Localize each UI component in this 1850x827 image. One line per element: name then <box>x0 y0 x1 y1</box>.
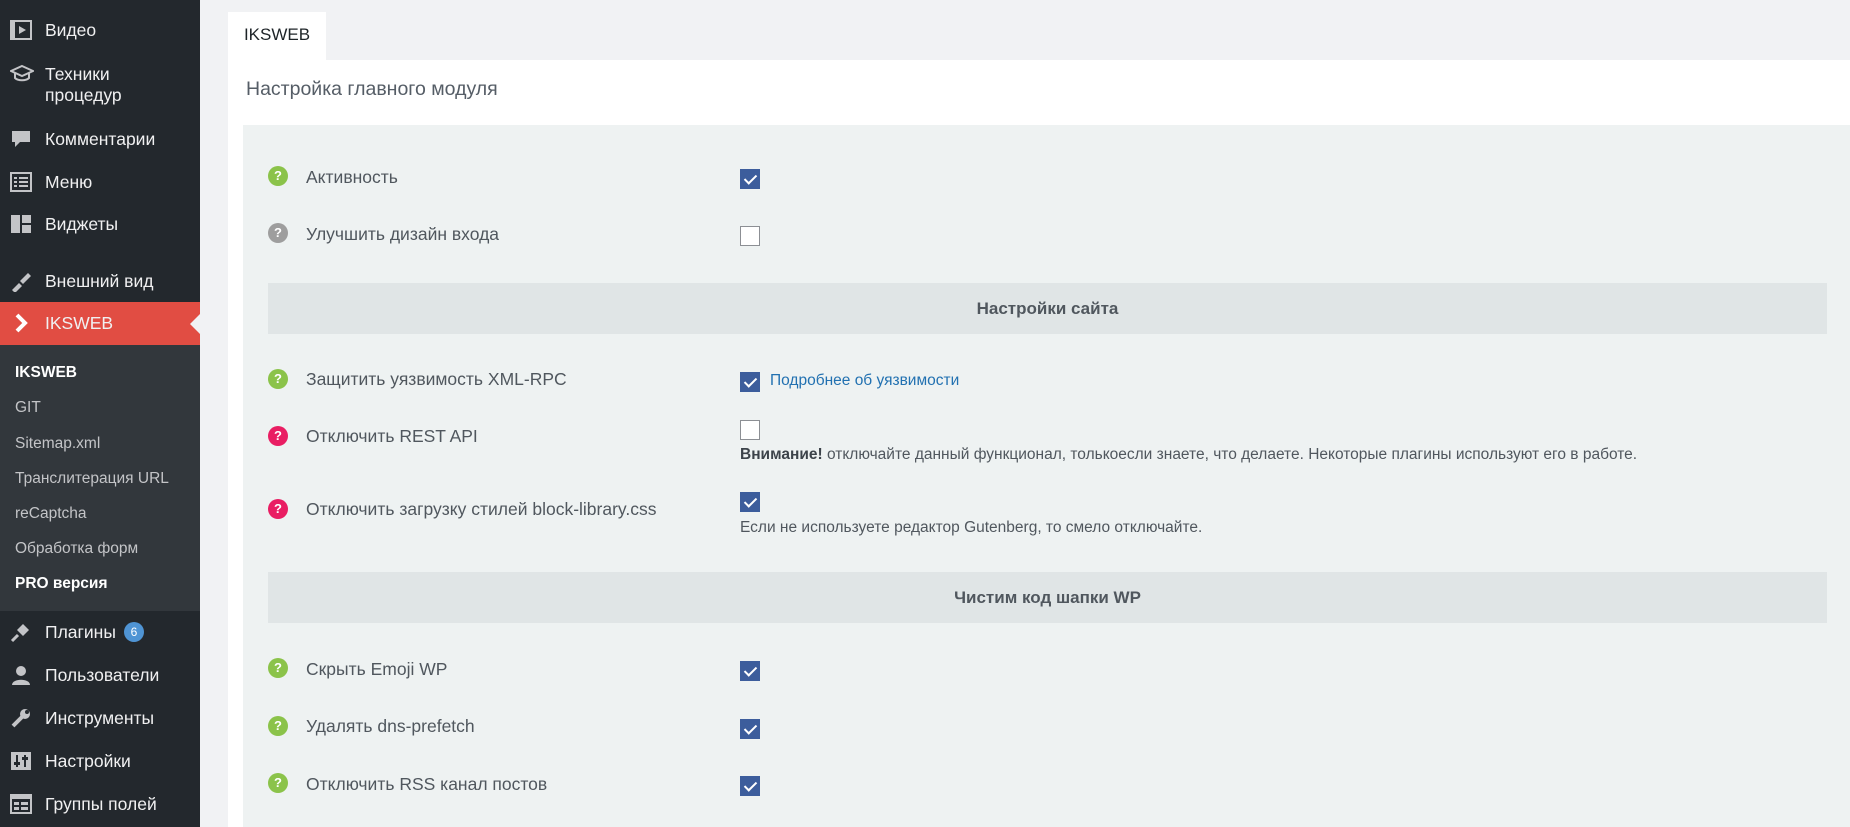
sidebar-item-comments[interactable]: Комментарии <box>0 127 200 153</box>
rss-label: Отключить RSS канал постов <box>306 774 548 794</box>
chevron-right-icon <box>10 312 32 334</box>
help-icon[interactable]: ? <box>268 166 288 186</box>
tools-icon <box>10 707 32 729</box>
xmlrpc-more-link[interactable]: Подробнее об уязвимости <box>770 371 959 391</box>
rest-api-warning: Внимание! отключайте данный функционал, … <box>740 446 1638 463</box>
menu-list-icon <box>10 171 32 193</box>
plugins-count-badge: 6 <box>123 622 144 642</box>
rss-checkbox[interactable] <box>740 776 760 796</box>
submenu-item-git[interactable]: GIT <box>15 398 41 418</box>
sidebar-item-video[interactable]: Видео <box>0 18 200 44</box>
settings-icon <box>10 750 32 772</box>
help-icon[interactable]: ? <box>268 223 288 243</box>
page-title: Настройка главного модуля <box>246 78 498 100</box>
submenu-item-forms[interactable]: Обработка форм <box>15 539 138 559</box>
submenu-item-transliteration[interactable]: Транслитерация URL <box>15 469 169 489</box>
help-icon[interactable]: ? <box>268 499 288 519</box>
users-icon <box>10 664 32 686</box>
sidebar-item-field-groups[interactable]: Группы полей <box>0 792 200 818</box>
login-design-checkbox[interactable] <box>740 226 760 246</box>
sidebar-item-users[interactable]: Пользователи <box>0 663 200 689</box>
emoji-checkbox[interactable] <box>740 661 760 681</box>
sidebar-item-plugins[interactable]: Плагины 6 <box>0 620 200 646</box>
sidebar-item-iksweb[interactable]: IKSWEB <box>0 302 200 345</box>
help-icon[interactable]: ? <box>268 426 288 446</box>
submenu-item-sitemap[interactable]: Sitemap.xml <box>15 434 100 454</box>
xmlrpc-label: Защитить уязвимость XML-RPC <box>306 369 567 389</box>
sidebar-item-widgets[interactable]: Виджеты <box>0 212 200 238</box>
activity-checkbox[interactable] <box>740 169 760 189</box>
xmlrpc-checkbox[interactable] <box>740 372 760 392</box>
submenu-item-pro[interactable]: PRO версия <box>15 574 108 594</box>
activity-label: Активность <box>306 167 398 187</box>
sidebar-item-settings[interactable]: Настройки <box>0 749 200 775</box>
rest-api-checkbox[interactable] <box>740 420 760 440</box>
help-icon[interactable]: ? <box>268 658 288 678</box>
dns-prefetch-label: Удалять dns-prefetch <box>306 716 475 736</box>
help-icon[interactable]: ? <box>268 369 288 389</box>
rest-api-label: Отключить REST API <box>306 426 478 446</box>
admin-sidebar: Видео Техники процедур Комментарии Меню … <box>0 0 200 827</box>
widgets-icon <box>10 213 32 235</box>
dns-prefetch-checkbox[interactable] <box>740 719 760 739</box>
comment-icon <box>10 128 32 150</box>
sidebar-item-tools[interactable]: Инструменты <box>0 706 200 732</box>
block-library-note: Если не используете редактор Gutenberg, … <box>740 519 1203 536</box>
help-icon[interactable]: ? <box>268 773 288 793</box>
video-icon <box>10 19 32 41</box>
sidebar-item-techniques[interactable]: Техники процедур <box>0 62 200 112</box>
block-library-label: Отключить загрузку стилей block-library.… <box>306 499 657 519</box>
iksweb-submenu: IKSWEB GIT Sitemap.xml Транслитерация UR… <box>0 345 200 611</box>
block-library-checkbox[interactable] <box>740 492 760 512</box>
appearance-icon <box>10 270 32 293</box>
emoji-label: Скрыть Emoji WP <box>306 659 448 679</box>
submenu-item-iksweb[interactable]: IKSWEB <box>15 363 77 383</box>
section-site-settings: Настройки сайта <box>268 283 1827 334</box>
tab-iksweb[interactable]: IKSWEB <box>228 12 326 60</box>
plugins-icon <box>10 621 32 643</box>
help-icon[interactable]: ? <box>268 716 288 736</box>
sidebar-item-appearance[interactable]: Внешний вид <box>0 269 200 295</box>
graduation-cap-icon <box>8 63 36 85</box>
field-groups-icon <box>10 793 32 815</box>
sidebar-item-menu[interactable]: Меню <box>0 170 200 196</box>
login-design-label: Улучшить дизайн входа <box>306 224 500 244</box>
section-header-cleanup: Чистим код шапки WP <box>268 572 1827 623</box>
submenu-item-recaptcha[interactable]: reCaptcha <box>15 504 87 524</box>
